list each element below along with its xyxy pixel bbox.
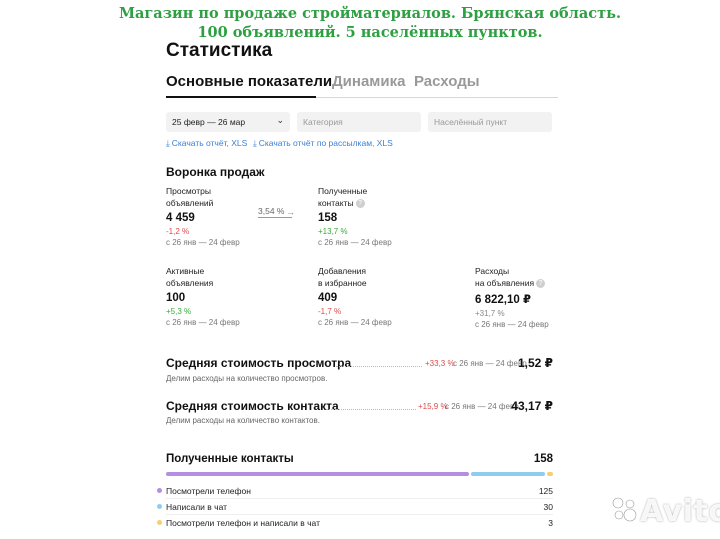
download-icon: ⤓ — [166, 138, 170, 148]
metric-period: с 26 янв — 24 февр — [318, 318, 392, 327]
metric-label: объявления — [166, 278, 214, 288]
metric-label: Просмотры — [166, 186, 211, 196]
download-mailing-report-link[interactable]: ⤓ Скачать отчёт по рассылкам, XLS — [253, 138, 393, 149]
avg-contact-cost-title: Средняя стоимость контакта — [166, 399, 339, 413]
metric-delta: -1,7 % — [318, 307, 342, 316]
dotted-leader — [326, 409, 416, 410]
metric-label: объявлений — [166, 198, 214, 208]
avito-watermark — [610, 495, 638, 528]
metric-delta: -1,2 % — [166, 227, 190, 236]
category-placeholder: Категория — [303, 117, 343, 127]
metric-delta: +13,7 % — [318, 227, 348, 236]
city-select[interactable]: Населённый пункт — [428, 112, 552, 132]
metric-label: Расходы — [475, 266, 510, 276]
legend-dot-phone — [157, 488, 162, 493]
contacts-bar-both — [547, 472, 553, 476]
download-icon: ⤓ — [253, 138, 257, 148]
metric-label-with-help: на объявления? — [475, 277, 549, 289]
arrow-right-icon: → — [286, 207, 295, 217]
category-select[interactable]: Категория — [297, 112, 421, 132]
legend-dot-chat — [157, 504, 162, 509]
avg-view-cost-subtitle: Делим расходы на количество просмотров. — [166, 374, 328, 383]
contacts-bar-phone — [166, 472, 469, 476]
legend-value-phone: 125 — [538, 486, 553, 496]
metric-label: в избранное — [318, 278, 367, 288]
legend-value-both: 3 — [548, 518, 553, 528]
metric-favorites: Добавления в избранное 409 -1,7 % с 26 я… — [318, 265, 392, 327]
download-report-label: Скачать отчёт, XLS — [171, 138, 248, 148]
contacts-bar-chat — [471, 472, 545, 476]
page-title: Статистика — [166, 40, 273, 61]
avg-view-cost-value: 1,52 ₽ — [517, 356, 553, 370]
divider — [166, 498, 553, 499]
active-tab-indicator — [166, 96, 316, 98]
period-select[interactable]: 25 февр — 26 мар ⌄ — [166, 112, 290, 132]
metric-label: Полученные — [318, 186, 368, 196]
metric-label-with-help: контакты? — [318, 197, 392, 209]
download-report-link[interactable]: ⤓ Скачать отчёт, XLS — [166, 138, 247, 149]
metric-value: 6 822,10 ₽ — [475, 294, 531, 306]
metric-contacts: Полученные контакты? 158 +13,7 % с 26 ян… — [318, 185, 392, 247]
metric-label: на объявления — [475, 278, 535, 288]
banner-line-2: 100 объявлений. 5 населённых пунктов. — [197, 24, 543, 41]
metric-delta: +5,3 % — [166, 307, 192, 316]
period-value: 25 февр — 26 мар — [172, 117, 246, 127]
contacts-total: 158 — [533, 453, 553, 465]
avg-contact-cost-subtitle: Делим расходы на количество контактов. — [166, 416, 320, 425]
avito-logo-icon — [612, 497, 637, 522]
download-mailing-label: Скачать отчёт по рассылкам, XLS — [258, 138, 393, 148]
avg-contact-cost-value: 43,17 ₽ — [511, 399, 553, 413]
chevron-down-icon: ⌄ — [276, 115, 284, 125]
divider — [166, 514, 553, 515]
legend-label-both: Посмотрели телефон и написали в чат — [166, 518, 320, 528]
banner-line-1: Магазин по продаже стройматериалов. Брян… — [118, 5, 622, 22]
metric-delta: +31,7 % — [475, 309, 505, 318]
tab-main-metrics[interactable]: Основные показатели — [166, 73, 332, 90]
metric-value: 100 — [166, 292, 186, 304]
metric-period: с 26 янв — 24 февр — [475, 320, 549, 329]
metric-period: с 26 янв — 24 февр — [318, 238, 392, 247]
metric-label: контакты — [318, 198, 354, 208]
help-icon[interactable]: ? — [355, 199, 365, 208]
legend-value-chat: 30 — [543, 502, 553, 512]
avg-contact-cost-delta: +15,9 % — [418, 402, 448, 411]
contacts-title: Полученные контакты — [166, 453, 294, 465]
help-icon[interactable]: ? — [536, 279, 546, 288]
metric-period: с 26 янв — 24 февр — [166, 238, 240, 247]
metric-label: Добавления — [318, 266, 367, 276]
legend-label-phone: Посмотрели телефон — [166, 486, 251, 496]
legend-dot-both — [157, 520, 162, 525]
metric-expenses: Расходы на объявления? 6 822,10 ₽ +31,7 … — [475, 265, 549, 329]
legend-label-chat: Написали в чат — [166, 502, 228, 512]
city-placeholder: Населённый пункт — [434, 117, 508, 127]
metric-views: Просмотры объявлений 4 459 -1,2 % с 26 я… — [166, 185, 240, 247]
avg-view-cost-delta: +33,3 % — [425, 359, 455, 368]
metric-value: 158 — [318, 212, 338, 224]
avito-watermark-text: Avito — [640, 494, 720, 529]
dotted-leader — [336, 366, 422, 367]
funnel-title: Воронка продаж — [166, 165, 265, 179]
metric-label: Активные — [166, 266, 205, 276]
tab-dynamics[interactable]: Динамика — [332, 73, 405, 90]
avg-view-cost-title: Средняя стоимость просмотра — [166, 356, 352, 370]
metric-period: с 26 янв — 24 февр — [166, 318, 240, 327]
tab-expenses[interactable]: Расходы — [414, 73, 480, 90]
metric-value: 409 — [318, 292, 338, 304]
metric-active-listings: Активные объявления 100 +5,3 % с 26 янв … — [166, 265, 240, 327]
metric-value: 4 459 — [166, 212, 195, 224]
